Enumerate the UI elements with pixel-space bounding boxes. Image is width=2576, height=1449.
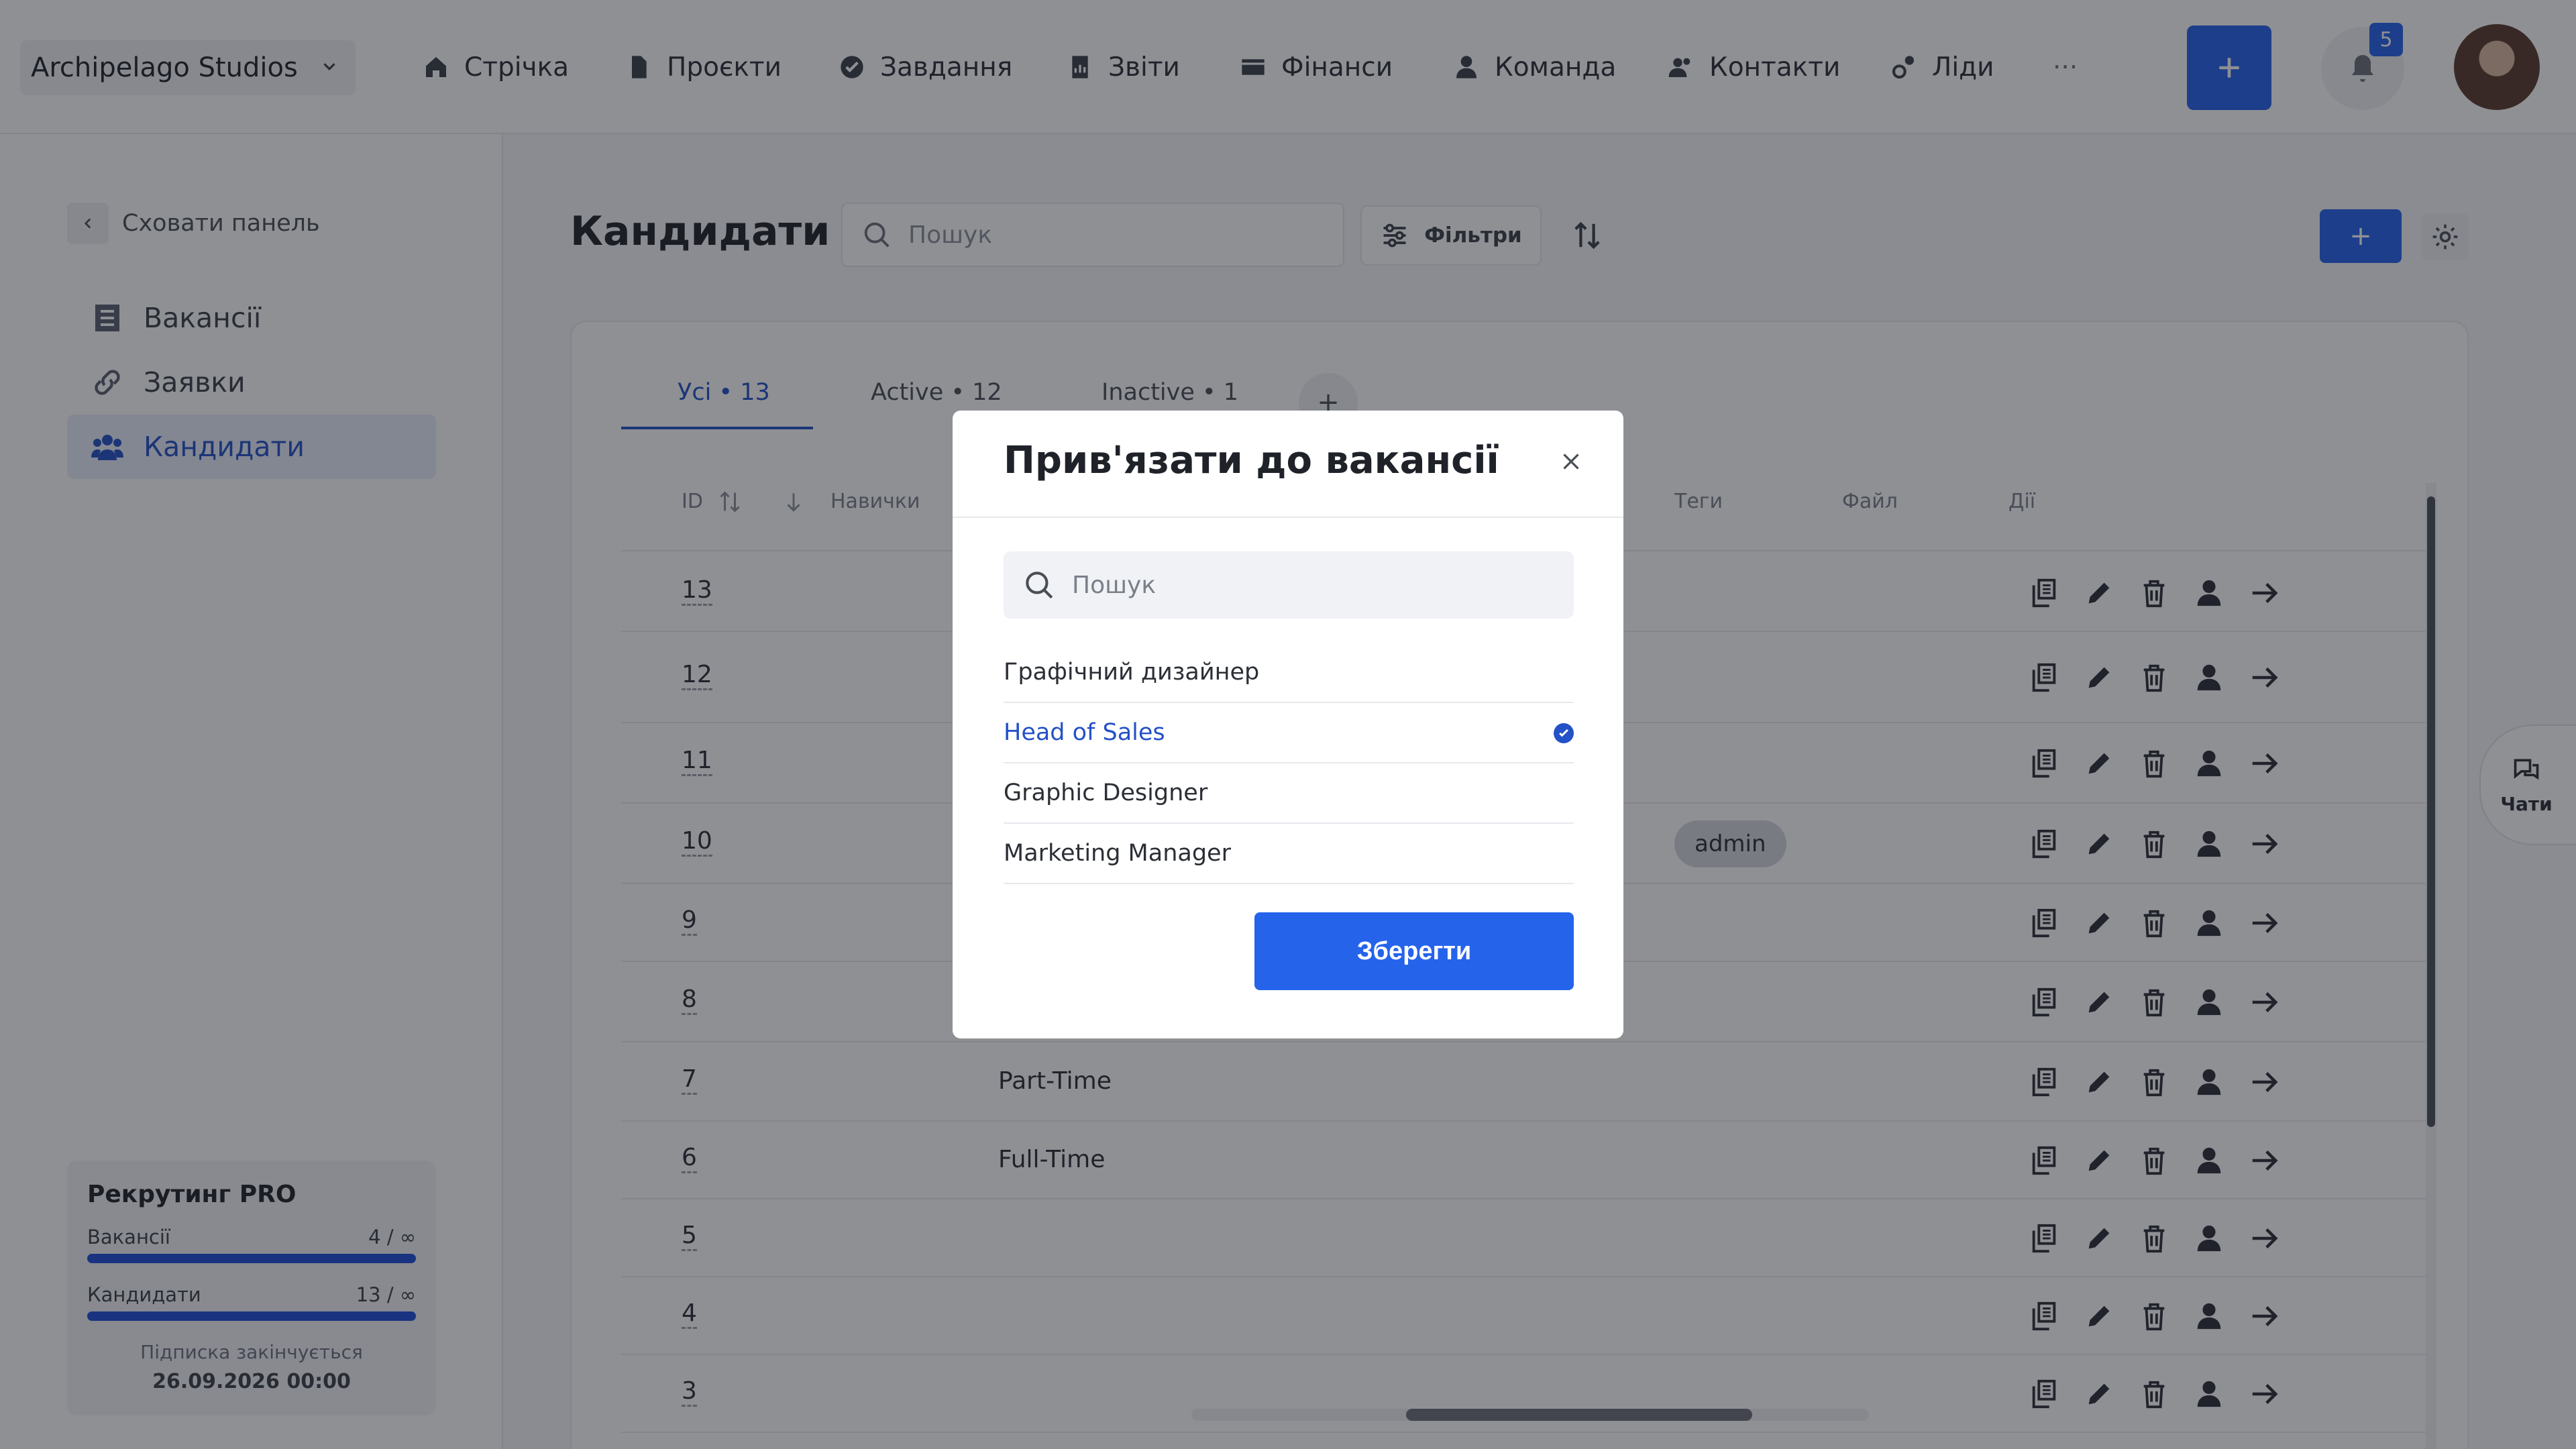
vacancy-option-label: Head of Sales xyxy=(1004,719,1165,746)
close-button[interactable] xyxy=(1556,447,1586,476)
vacancy-option[interactable]: Marketing Manager xyxy=(1004,824,1574,884)
close-icon xyxy=(1563,453,1579,470)
vacancy-option-label: Marketing Manager xyxy=(1004,840,1231,867)
save-button[interactable]: Зберегти xyxy=(1254,912,1574,990)
search-icon xyxy=(1026,572,1053,599)
modal-divider xyxy=(953,517,1623,518)
modal-title: Прив'язати до вакансії xyxy=(1004,439,1499,482)
link-to-vacancy-modal: Прив'язати до вакансії Пошук Графічний д… xyxy=(953,411,1623,1038)
vacancy-option[interactable]: Graphic Designer xyxy=(1004,763,1574,824)
vacancy-option-selected[interactable]: Head of Sales xyxy=(1004,703,1574,763)
check-circle-icon xyxy=(1554,723,1574,743)
vacancy-option[interactable]: Графічний дизайнер xyxy=(1004,643,1574,703)
vacancy-search-input[interactable]: Пошук xyxy=(1004,551,1574,619)
vacancy-option-label: Графічний дизайнер xyxy=(1004,659,1260,686)
vacancy-search-placeholder: Пошук xyxy=(1072,571,1157,599)
vacancy-option-label: Graphic Designer xyxy=(1004,780,1208,806)
